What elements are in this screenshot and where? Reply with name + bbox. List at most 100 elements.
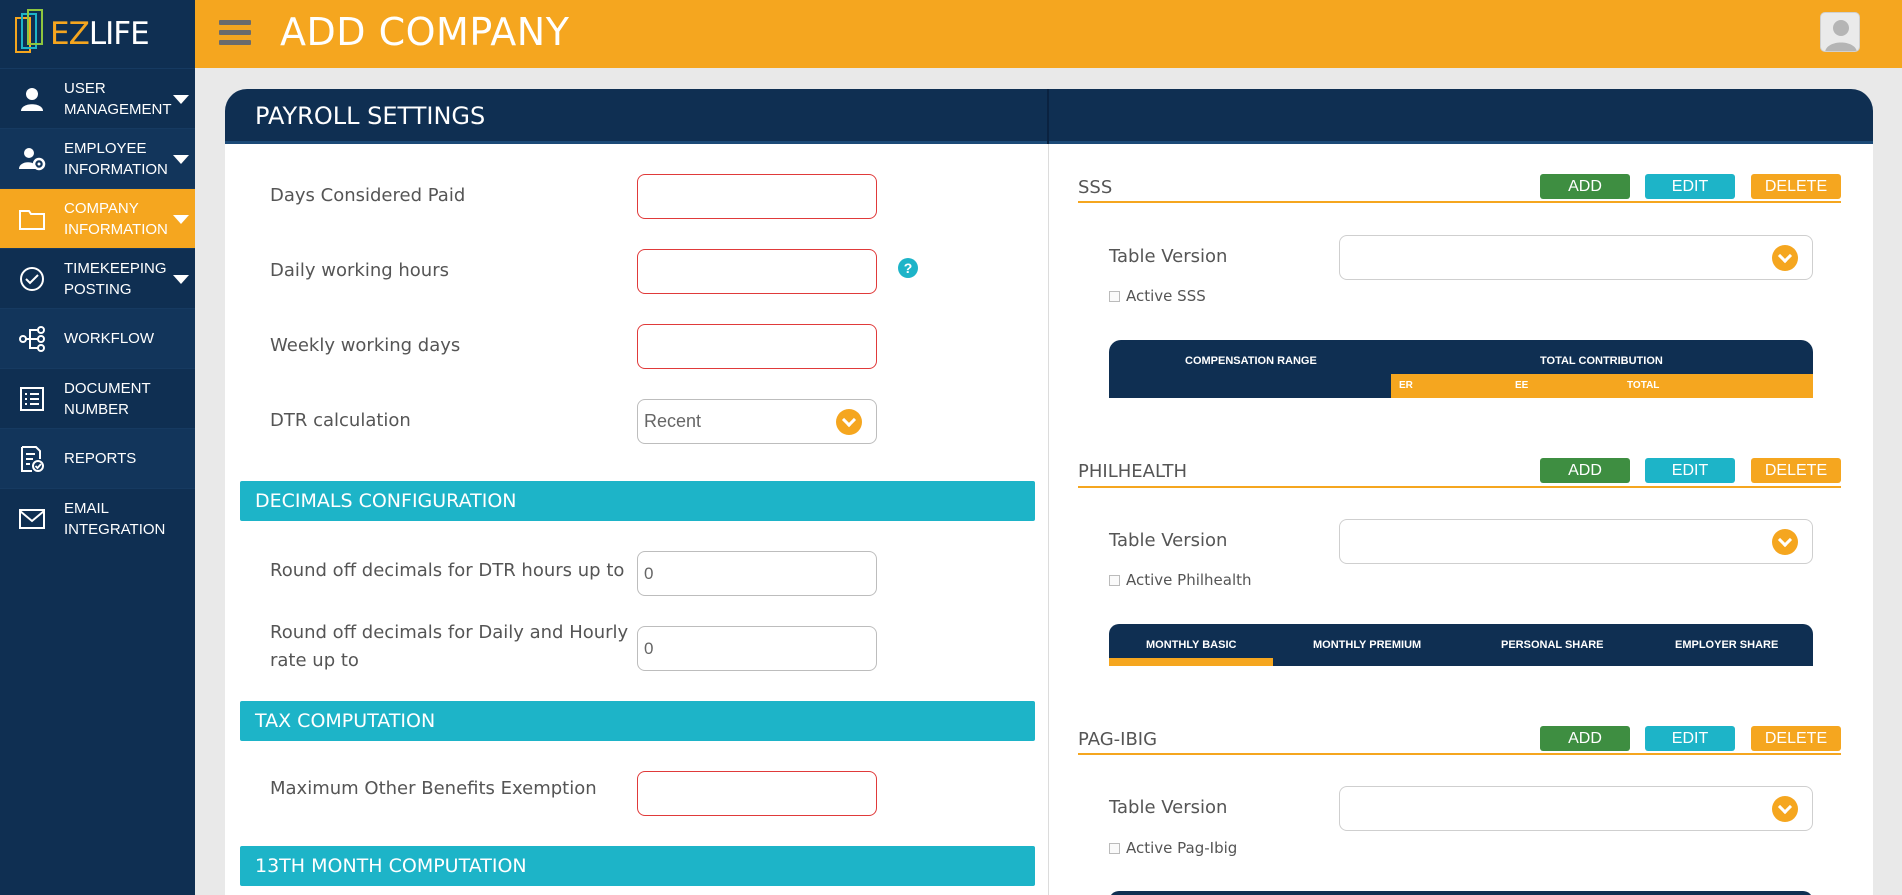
pagibig-active-checkbox-row[interactable]: Active Pag-Ibig xyxy=(1109,839,1237,857)
daily-hours-label: Daily working hours xyxy=(270,260,449,281)
check-circle-icon xyxy=(0,266,64,292)
max-benefits-label: Maximum Other Benefits Exemption xyxy=(270,778,597,799)
pagibig-table-version-label: Table Version xyxy=(1109,797,1228,818)
days-paid-input[interactable] xyxy=(637,174,877,219)
sidebar-item-workflow[interactable]: WORKFLOW xyxy=(0,308,195,368)
sidebar-item-label: TIMEKEEPING POSTING xyxy=(64,259,167,298)
dtr-calculation-value: Recent xyxy=(644,411,702,431)
philhealth-col-monthly-basic: MONTHLY BASIC xyxy=(1146,639,1237,651)
pagibig-add-button[interactable]: ADD xyxy=(1540,726,1630,751)
pagibig-active-label: Active Pag-Ibig xyxy=(1126,839,1238,857)
caret-down-icon xyxy=(173,95,189,104)
ezlife-logo[interactable]: EZLIFE xyxy=(0,0,195,68)
sss-sub-ee: EE xyxy=(1515,380,1529,391)
rate-decimals-label: Round off decimals for Daily and Hourly … xyxy=(270,619,628,675)
sidebar-item-document-number[interactable]: DOCUMENT NUMBER xyxy=(0,368,195,428)
caret-down-icon xyxy=(173,275,189,284)
tax-section-header: TAX COMPUTATION xyxy=(240,701,1035,741)
caret-down-icon xyxy=(173,215,189,224)
pagibig-table-version-select[interactable] xyxy=(1339,786,1813,831)
sss-add-button[interactable]: ADD xyxy=(1540,174,1630,199)
sidebar-item-label: EMAIL INTEGRATION xyxy=(64,499,166,538)
pagibig-active-checkbox[interactable] xyxy=(1109,842,1120,854)
sss-underline xyxy=(1078,201,1841,203)
sss-table-version-select[interactable] xyxy=(1339,235,1813,280)
chevron-down-icon[interactable] xyxy=(1772,245,1798,271)
user-gear-icon xyxy=(0,146,64,172)
days-paid-label: Days Considered Paid xyxy=(270,185,466,206)
sss-subheader: ER EE TOTAL xyxy=(1391,374,1813,398)
logo-mark-icon xyxy=(15,9,43,53)
pagibig-title: PAG-IBIG xyxy=(1078,729,1158,750)
rate-decimals-label-line1: Round off decimals for Daily and Hourly xyxy=(270,622,629,643)
philhealth-table-version-label: Table Version xyxy=(1109,530,1228,551)
sss-title: SSS xyxy=(1078,177,1113,198)
sidebar-item-company-information[interactable]: COMPANY INFORMATION xyxy=(0,188,195,248)
hamburger-menu-icon[interactable] xyxy=(219,20,251,48)
rate-decimals-label-line2: rate up to xyxy=(270,650,359,671)
sss-col-compensation-range: COMPENSATION RANGE xyxy=(1185,355,1317,367)
chevron-down-icon[interactable] xyxy=(836,409,862,435)
sidebar-item-email-integration[interactable]: EMAIL INTEGRATION xyxy=(0,488,195,548)
philhealth-title: PHILHEALTH xyxy=(1078,461,1188,482)
sss-sub-total: TOTAL xyxy=(1627,380,1660,391)
help-icon[interactable]: ? xyxy=(898,258,918,278)
max-benefits-input[interactable] xyxy=(637,771,877,816)
card-title: PAYROLL SETTINGS xyxy=(255,102,486,130)
dtr-calculation-select[interactable]: Recent xyxy=(637,399,877,444)
sss-active-checkbox[interactable] xyxy=(1109,290,1120,302)
sidebar-item-user-management[interactable]: USER MANAGEMENT xyxy=(0,68,195,128)
top-bar: ADD COMPANY xyxy=(195,0,1902,68)
dtr-decimals-label: Round off decimals for DTR hours up to xyxy=(270,560,625,581)
philhealth-add-button[interactable]: ADD xyxy=(1540,458,1630,483)
philhealth-edit-button[interactable]: EDIT xyxy=(1645,458,1735,483)
logo-life: LIFE xyxy=(88,16,150,52)
pagibig-underline xyxy=(1078,753,1841,755)
sidebar-item-label: DOCUMENT NUMBER xyxy=(64,379,151,418)
user-icon xyxy=(0,86,64,112)
chevron-down-icon[interactable] xyxy=(1772,796,1798,822)
sidebar: EZLIFE USER MANAGEMENT EMPLOYEE INFORMAT… xyxy=(0,0,195,895)
sidebar-item-label: USER MANAGEMENT xyxy=(64,79,172,118)
pagibig-table-header xyxy=(1109,891,1813,895)
sss-table-header: COMPENSATION RANGE TOTAL CONTRIBUTION ER… xyxy=(1109,340,1813,398)
sss-edit-button[interactable]: EDIT xyxy=(1645,174,1735,199)
avatar[interactable] xyxy=(1820,12,1860,52)
sidebar-item-employee-information[interactable]: EMPLOYEE INFORMATION xyxy=(0,128,195,188)
sss-active-checkbox-row[interactable]: Active SSS xyxy=(1109,287,1206,305)
sidebar-item-timekeeping-posting[interactable]: TIMEKEEPING POSTING xyxy=(0,248,195,308)
mail-icon xyxy=(0,508,64,530)
sidebar-item-label: WORKFLOW xyxy=(64,330,154,347)
philhealth-delete-button[interactable]: DELETE xyxy=(1751,458,1841,483)
philhealth-active-checkbox[interactable] xyxy=(1109,574,1120,586)
philhealth-col-personal-share: PERSONAL SHARE xyxy=(1501,639,1604,651)
rate-decimals-input[interactable]: 0 xyxy=(637,626,877,671)
payroll-settings-card: PAYROLL SETTINGS Days Considered Paid Da… xyxy=(225,89,1873,895)
folder-icon xyxy=(0,207,64,231)
list-icon xyxy=(0,386,64,412)
decimals-section-header: DECIMALS CONFIGURATION xyxy=(240,481,1035,521)
caret-down-icon xyxy=(173,155,189,164)
philhealth-active-checkbox-row[interactable]: Active Philhealth xyxy=(1109,571,1252,589)
philhealth-active-tab-indicator xyxy=(1109,658,1273,666)
dtr-calculation-label: DTR calculation xyxy=(270,410,411,431)
philhealth-table-header: MONTHLY BASIC MONTHLY PREMIUM PERSONAL S… xyxy=(1109,624,1813,666)
philhealth-col-monthly-premium: MONTHLY PREMIUM xyxy=(1313,639,1422,651)
column-divider xyxy=(1048,144,1049,895)
dtr-decimals-input[interactable]: 0 xyxy=(637,551,877,596)
sidebar-item-reports[interactable]: REPORTS xyxy=(0,428,195,488)
sss-delete-button[interactable]: DELETE xyxy=(1751,174,1841,199)
sss-col-total-contribution: TOTAL CONTRIBUTION xyxy=(1540,355,1663,367)
weekly-days-label: Weekly working days xyxy=(270,335,461,356)
thirteenth-month-section-header: 13TH MONTH COMPUTATION xyxy=(240,846,1035,886)
pagibig-edit-button[interactable]: EDIT xyxy=(1645,726,1735,751)
page-title: ADD COMPANY xyxy=(280,10,570,54)
pagibig-delete-button[interactable]: DELETE xyxy=(1751,726,1841,751)
weekly-days-input[interactable] xyxy=(637,324,877,369)
chevron-down-icon[interactable] xyxy=(1772,529,1798,555)
logo-ez: EZ xyxy=(50,16,90,52)
philhealth-table-version-select[interactable] xyxy=(1339,519,1813,564)
sidebar-item-label: REPORTS xyxy=(64,450,137,467)
sss-active-label: Active SSS xyxy=(1126,287,1206,305)
daily-hours-input[interactable] xyxy=(637,249,877,294)
